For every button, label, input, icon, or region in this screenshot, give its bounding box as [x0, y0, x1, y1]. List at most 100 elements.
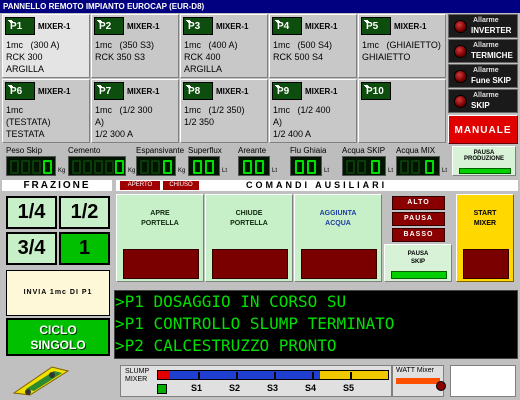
- gauge-row: Peso Skip Kg Cemento Kg Espansivante Kg …: [2, 144, 518, 180]
- frazione-half-button[interactable]: 1/2: [59, 196, 110, 229]
- alarm-label: TERMICHE: [471, 51, 513, 60]
- aggiunta-acqua-line2: ACQUA: [325, 220, 351, 227]
- mixer-line2: RCK 400: [184, 52, 221, 62]
- mixer-tag: P6: [5, 82, 35, 100]
- mixer-qty: 1mc: [6, 40, 24, 50]
- apre-portella-button[interactable]: APRE PORTELLA: [116, 194, 204, 282]
- alarm-termiche: Allarme TERMICHE: [448, 39, 518, 63]
- mixer-code: (300 A): [30, 40, 60, 50]
- pausa-button[interactable]: PAUSA: [392, 212, 445, 226]
- mixer-line2: (TESTATA): [6, 117, 51, 127]
- chiude-portella-line1: CHIUDE: [235, 210, 263, 217]
- mixer-button-p9[interactable]: P9 MIXER-1 1mc (1/2 400 A) 1/2 400 A: [269, 79, 357, 143]
- mixer-line3: ARGILLA: [184, 64, 223, 74]
- gauge-label-cemento: Cemento: [68, 146, 101, 155]
- mixer-line2: RCK 350 S3: [95, 52, 146, 62]
- mixer-name: MIXER-1: [305, 21, 338, 31]
- main-window: PANNELLO REMOTO IMPIANTO EUROCAP (EUR-D8…: [0, 0, 520, 400]
- mixer-qty: 1mc: [95, 40, 113, 50]
- mixer-line2: 1/2 350: [184, 117, 215, 127]
- mixer-name: MIXER-1: [38, 21, 71, 31]
- gauge-unit: Kg: [178, 168, 186, 174]
- pausa-produzione-line2: PRODUZIONE: [463, 156, 504, 162]
- mixer-button-p6[interactable]: P6 MIXER-1 1mc (TESTATA) TESTATA: [2, 79, 90, 143]
- mixer-name: MIXER-1: [216, 21, 249, 31]
- mixer-button-p2[interactable]: P2 MIXER-1 1mc (350 S3) RCK 350 S3: [91, 14, 179, 78]
- mixer-line3: ARGILLA: [6, 64, 45, 74]
- gauge-unit: Kg: [128, 168, 136, 174]
- start-mixer-button[interactable]: START MIXER: [456, 194, 514, 282]
- ciclo-singolo-button[interactable]: CICLO SINGOLO: [6, 318, 110, 356]
- mixer-tag: P2: [94, 17, 124, 35]
- mixer-button-p3[interactable]: P3 MIXER-1 1mc (400 A) RCK 400 ARGILLA: [180, 14, 268, 78]
- status-indicator: [212, 249, 288, 279]
- mixer-code: (GHIAIETTO): [386, 40, 441, 50]
- alarm-fune-skip: Allarme Fune SKIP: [448, 64, 518, 88]
- pausa-skip-button[interactable]: PAUSA SKIP: [384, 244, 452, 282]
- frazione-three-quarter-button[interactable]: 3/4: [6, 232, 57, 265]
- gauge-unit: Lt: [388, 168, 394, 174]
- message-display: >P1 DOSAGGIO IN CORSO SU >P1 CONTROLLO S…: [114, 290, 518, 359]
- mixer-qty: 1mc: [273, 40, 291, 50]
- frazione-header: FRAZIONE: [2, 180, 112, 191]
- manuale-button[interactable]: MANUALE: [448, 115, 518, 144]
- gauge-display-acqua-mix: [396, 156, 440, 176]
- invia-button[interactable]: INVIA 1mc DI P1: [6, 270, 110, 316]
- mixer-name: MIXER-1: [305, 86, 338, 96]
- alarm-led-icon: [454, 45, 467, 58]
- slump-step-label: S3: [267, 383, 279, 393]
- mixer-button-p5[interactable]: P5 MIXER-1 1mc (GHIAIETTO) GHIAIETTO: [358, 14, 446, 78]
- gauge-label-peso-skip: Peso Skip: [6, 146, 43, 155]
- frazione-full-button[interactable]: 1: [59, 232, 110, 265]
- mixer-button-p1[interactable]: P1 MIXER-1 1mc (300 A) RCK 300 ARGILLA: [2, 14, 90, 78]
- alarm-led-icon: [454, 20, 467, 33]
- mixer-button-p10[interactable]: P10: [358, 79, 446, 143]
- chiude-portella-button[interactable]: CHIUDE PORTELLA: [205, 194, 293, 282]
- message-line: >P2 CALCESTRUZZO PRONTO: [115, 336, 337, 355]
- mixer-line2: GHIAIETTO: [362, 52, 411, 62]
- mixer-name: MIXER-1: [127, 86, 160, 96]
- mixer-line3: 1/2 400 A: [273, 129, 312, 139]
- mixer-name: MIXER-1: [394, 21, 427, 31]
- chiude-portella-line2: PORTELLA: [230, 220, 268, 227]
- message-line: >P1 DOSAGGIO IN CORSO SU: [115, 292, 347, 311]
- mixer-grid: P1 MIXER-1 1mc (300 A) RCK 300 ARGILLA P2…: [2, 14, 446, 144]
- status-indicator: [463, 249, 509, 279]
- mixer-button-p8[interactable]: P8 MIXER-1 1mc (1/2 350) 1/2 350: [180, 79, 268, 143]
- alto-button[interactable]: ALTO: [392, 196, 445, 210]
- alarm-label: SKIP: [471, 101, 490, 110]
- bottom-bar: SLUMP MIXER S1 S2 S3 S4 S5 WATT Mixer: [0, 361, 520, 400]
- mixer-button-p4[interactable]: P4 MIXER-1 1mc (500 S4) RCK 500 S4: [269, 14, 357, 78]
- watt-display: [450, 365, 516, 397]
- gauge-unit: Lt: [324, 168, 330, 174]
- frazione-quarter-button[interactable]: 1/4: [6, 196, 57, 229]
- gauge-display-espansivante: [136, 156, 176, 176]
- mixer-tag: P1: [5, 17, 35, 35]
- mixer-tag: P5: [361, 17, 391, 35]
- mixer-line3: 1/2 300 A: [95, 129, 134, 139]
- alarm-led-icon: [454, 70, 467, 83]
- watt-led-icon: [436, 381, 446, 391]
- gauge-unit: Lt: [442, 168, 448, 174]
- pausa-produzione-button[interactable]: PAUSA PRODUZIONE: [452, 146, 516, 176]
- mixer-qty: 1mc: [362, 40, 380, 50]
- gauge-display-peso-skip: [6, 156, 56, 176]
- start-mixer-line2: MIXER: [473, 220, 497, 227]
- mixer-line2: RCK 500 S4: [273, 52, 324, 62]
- slump-step-label: S1: [191, 383, 203, 393]
- mixer-tag: P8: [183, 82, 213, 100]
- mixer-qty: 1mc: [6, 105, 24, 115]
- apre-portella-line2: PORTELLA: [141, 220, 179, 227]
- chiuso-indicator: CHIUSO: [163, 181, 199, 190]
- slump-step-label: S4: [305, 383, 317, 393]
- mixer-tag: P9: [272, 82, 302, 100]
- comandi-panel: APRE PORTELLA CHIUDE PORTELLA AGGIUNTA ACQU…: [114, 192, 518, 288]
- window-title: PANNELLO REMOTO IMPIANTO EUROCAP (EUR-D8…: [0, 0, 520, 13]
- mixer-button-p7[interactable]: P7 MIXER-1 1mc (1/2 300 A) 1/2 300 A: [91, 79, 179, 143]
- status-led-bar: [459, 168, 511, 174]
- gauge-label-espansivante: Espansivante: [136, 146, 185, 155]
- mixer-line2: RCK 300: [6, 52, 43, 62]
- basso-button[interactable]: BASSO: [392, 228, 445, 242]
- slump-step-label: S2: [229, 383, 241, 393]
- aggiunta-acqua-button[interactable]: AGGIUNTA ACQUA: [294, 194, 382, 282]
